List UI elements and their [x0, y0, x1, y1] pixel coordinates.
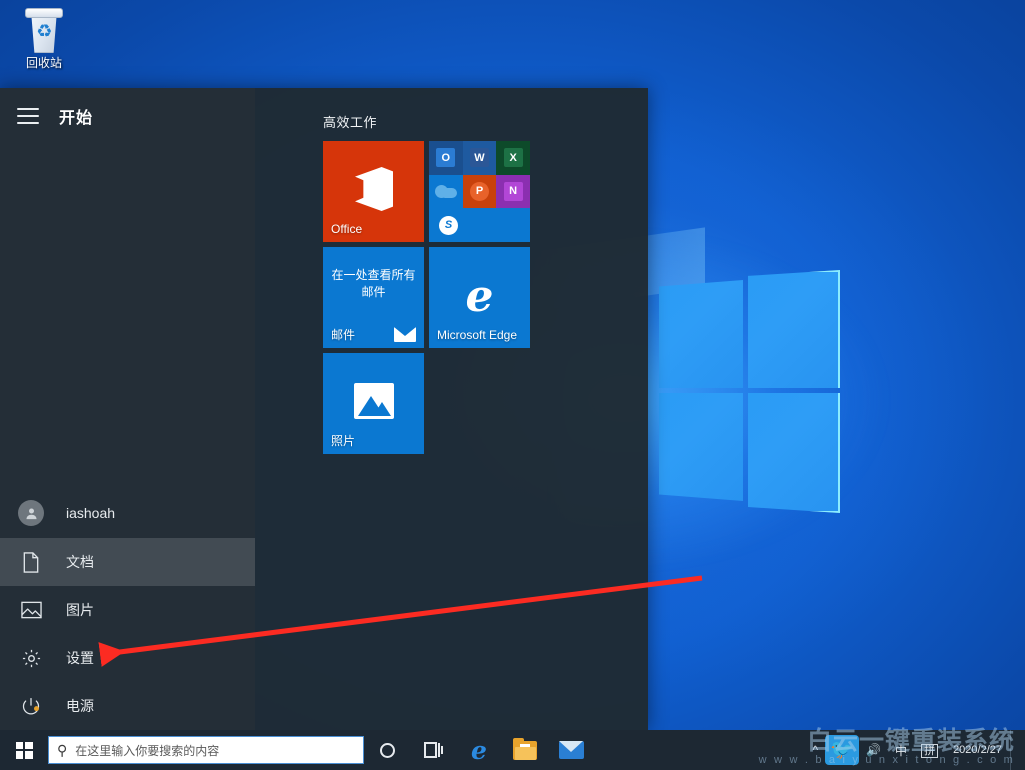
skype-icon: S	[429, 208, 530, 242]
envelope-icon	[394, 327, 416, 342]
document-icon	[18, 549, 44, 575]
tile-photos[interactable]: 照片	[323, 353, 424, 454]
tile-label: 邮件	[331, 328, 356, 342]
gear-icon	[18, 645, 44, 671]
envelope-icon	[558, 741, 584, 759]
hero-pane-bottom-right	[748, 393, 840, 513]
start-menu-tile-area: 高效工作 Office O W X P N S 在一处查看所有邮件 邮件 e M…	[255, 88, 648, 730]
start-menu-user-account[interactable]: iashoah	[0, 488, 255, 538]
picture-icon	[353, 383, 394, 419]
tile-mail[interactable]: 在一处查看所有邮件 邮件	[323, 247, 424, 348]
start-menu-rail-items: iashoah 文档 图片 设置 电源	[0, 488, 255, 730]
hero-pane-top-left	[659, 280, 743, 388]
speaker-icon[interactable]: 🔊	[859, 743, 888, 757]
start-menu-title: 开始	[59, 110, 94, 127]
chevron-up-icon[interactable]: ^	[805, 743, 825, 757]
user-avatar-icon	[18, 500, 44, 526]
mail-button[interactable]	[548, 730, 594, 770]
sidebar-item-documents[interactable]: 文档	[0, 538, 255, 586]
start-menu-header: 开始	[0, 88, 255, 144]
search-placeholder: 在这里输入你要搜索的内容	[75, 743, 220, 758]
onedrive-icon	[429, 174, 463, 209]
picture-icon	[18, 597, 44, 623]
start-button[interactable]	[0, 730, 48, 770]
start-menu-left-rail: 开始 iashoah 文档 图片 设置 电源	[0, 88, 255, 730]
clock-date-text: 2020/2/27	[953, 743, 1002, 756]
tile-office-suite[interactable]: O W X P N S	[429, 141, 530, 242]
desktop-icon-recycle-bin[interactable]: ♻ 回收站	[10, 6, 78, 71]
folder-icon	[513, 737, 537, 760]
onenote-icon: N	[496, 174, 530, 209]
ime-pinyin-indicator[interactable]: 拼	[921, 744, 939, 758]
word-icon: W	[462, 141, 497, 175]
edge-button[interactable]: e	[456, 730, 502, 770]
recycle-bin-label: 回收站	[25, 56, 62, 70]
tile-label: Microsoft Edge	[437, 328, 518, 342]
power-icon	[18, 693, 44, 719]
hero-pane-bottom-left	[659, 393, 743, 501]
task-view-button[interactable]	[410, 730, 456, 770]
windows-hero-logo	[525, 227, 845, 530]
taskbar: ⚲ 在这里输入你要搜索的内容 e ^ 🐦 🔊 中 拼 2020/2/27	[0, 730, 1025, 770]
hero-pane-top-right	[748, 270, 840, 388]
sidebar-item-label: 文档	[66, 554, 94, 570]
ime-mode-indicator[interactable]: 中	[888, 742, 914, 759]
edge-icon: e	[471, 735, 487, 765]
user-name-label: iashoah	[66, 505, 116, 521]
excel-icon: X	[496, 141, 530, 175]
twitter-icon[interactable]: 🐦	[825, 735, 860, 765]
sidebar-item-settings[interactable]: 设置	[0, 634, 255, 682]
hamburger-menu-icon[interactable]	[17, 108, 39, 124]
cortana-circle-icon	[379, 742, 395, 758]
tile-microsoft-edge[interactable]: e Microsoft Edge	[429, 247, 530, 348]
file-explorer-button[interactable]	[502, 730, 548, 770]
start-menu-panel: 开始 iashoah 文档 图片 设置 电源 高效工作 Office O W X…	[0, 88, 648, 730]
cortana-button[interactable]	[364, 730, 410, 770]
sidebar-item-pictures[interactable]: 图片	[0, 586, 255, 634]
sidebar-item-power[interactable]: 电源	[0, 682, 255, 730]
tile-label: 照片	[331, 434, 356, 448]
tile-group-title: 高效工作	[323, 115, 378, 130]
powerpoint-icon: P	[462, 174, 497, 209]
tile-office[interactable]: Office	[323, 141, 424, 242]
sidebar-item-label: 电源	[66, 698, 94, 714]
tile-mail-headline: 在一处查看所有邮件	[331, 268, 416, 299]
tile-grid: Office O W X P N S 在一处查看所有邮件 邮件 e Micros…	[323, 141, 635, 454]
office-logo-icon	[355, 167, 393, 211]
windows-logo-icon	[15, 741, 33, 759]
system-tray: ^ 🐦 🔊 中 拼 2020/2/27	[805, 730, 1025, 770]
search-input[interactable]: ⚲ 在这里输入你要搜索的内容	[48, 736, 364, 764]
edge-icon: e	[465, 271, 494, 322]
search-icon: ⚲	[57, 741, 68, 758]
show-desktop-button[interactable]	[1010, 730, 1019, 770]
recycle-bin-icon: ♻	[21, 6, 67, 54]
tile-label: Office	[331, 222, 363, 236]
outlook-icon: O	[429, 141, 463, 175]
sidebar-item-label: 图片	[66, 602, 94, 618]
clock-date[interactable]: 2020/2/27	[945, 744, 1010, 757]
task-view-icon	[423, 742, 443, 758]
sidebar-item-label: 设置	[66, 650, 94, 666]
